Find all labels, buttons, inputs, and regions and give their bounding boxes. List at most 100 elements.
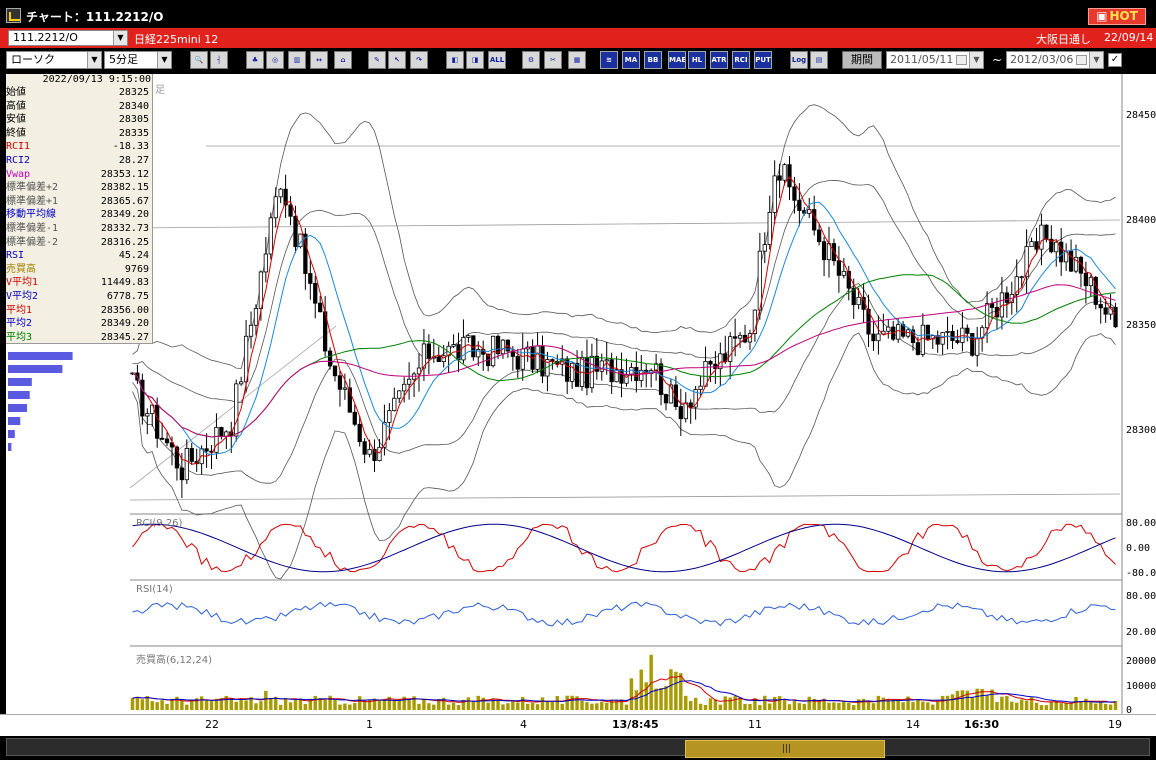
toolbar-b14-button[interactable]: ▦ [568, 51, 586, 69]
toolbar-b6-button[interactable]: ✎ [368, 51, 386, 69]
interval-select[interactable]: 5分足 ▼ [104, 51, 172, 69]
info-row: 高値 28340 [6, 100, 151, 113]
candle-body [387, 410, 392, 423]
toolbar-zoom-button[interactable]: 🔍 [190, 51, 208, 69]
candle-body [604, 359, 609, 362]
volume-bar [693, 697, 698, 710]
toolbar-b4-button[interactable]: ↔ [310, 51, 328, 69]
toolbar-b8-button[interactable]: ↷ [410, 51, 428, 69]
toolbar-cursor-button[interactable]: ┤ [210, 51, 228, 69]
volume-bar [634, 690, 639, 710]
toolbar-b5-button[interactable]: ⌂ [334, 51, 352, 69]
info-row: 移動平均線 28349.20 [6, 208, 151, 221]
chevron-down-icon[interactable]: ▼ [969, 52, 983, 68]
volume-bar [580, 700, 584, 710]
period-checkbox[interactable]: ✓ [1108, 53, 1122, 67]
info-row: 安値 28305 [6, 113, 151, 126]
info-row-value: 45.24 [118, 250, 149, 262]
axis-tick-label: 0.00 [1126, 543, 1150, 554]
toolbar-put-button[interactable]: PUT [754, 51, 772, 69]
candle-body [945, 331, 950, 333]
candle-body [1103, 307, 1108, 315]
volume-bar [209, 701, 214, 710]
chart-type-select[interactable]: ローソク ▼ [6, 51, 102, 69]
candle-body [441, 355, 446, 363]
candle-body [436, 356, 441, 363]
info-row-label: 始値 [6, 87, 26, 98]
candle-body [318, 302, 323, 313]
info-row: 標準偏差-2 28316.25 [6, 236, 151, 249]
toolbar-atr-button[interactable]: ATR [710, 51, 728, 69]
toolbar-b2-button[interactable]: ◎ [266, 51, 284, 69]
toolbar-b9-button[interactable]: ◧ [446, 51, 464, 69]
info-row-label: V平均1 [6, 277, 39, 289]
toolbar-ma-button[interactable]: MA [622, 51, 640, 69]
volume-bar [827, 702, 831, 710]
calendar-icon[interactable] [1076, 55, 1087, 65]
toolbar-b12-button[interactable]: ⚙ [522, 51, 540, 69]
info-row: RCI2 28.27 [6, 154, 151, 167]
volume-bar [422, 699, 426, 710]
candle-body [352, 411, 357, 425]
volume-bar [264, 690, 268, 710]
toolbar-b3-button[interactable]: ▥ [288, 51, 306, 69]
volume-bar [313, 695, 317, 710]
rsi-panel-label: RSI(14) [136, 584, 173, 595]
toolbar-mae-button[interactable]: MAE [668, 51, 686, 69]
volume-bar [1039, 705, 1044, 710]
chevron-down-icon[interactable]: ▼ [113, 31, 127, 45]
info-row: Vwap 28353.12 [6, 168, 151, 181]
candle-body [204, 448, 209, 452]
calendar-icon[interactable] [956, 55, 967, 65]
info-row-value: 28325 [118, 87, 149, 98]
volume-bar [995, 701, 999, 710]
hot-button[interactable]: ▣ HOT [1088, 8, 1146, 25]
candle-body [293, 215, 298, 248]
volume-bar [204, 699, 209, 710]
symbol-combo[interactable]: 111.2212/O ▼ [8, 30, 128, 46]
volume-bar [392, 700, 397, 710]
toolbar-bb-button[interactable]: BB [644, 51, 662, 69]
toolbar-b1-button[interactable]: ♣ [246, 51, 264, 69]
date-range-separator: ~ [992, 53, 1003, 67]
candle-body [836, 260, 842, 276]
toolbar-ind-button[interactable]: ≋ [600, 51, 618, 69]
toolbar-log-button[interactable]: Log [790, 51, 808, 69]
volume-bar [501, 704, 505, 710]
volume-bar [866, 701, 871, 710]
toolbar-b10-button[interactable]: ◨ [466, 51, 484, 69]
chevron-down-icon[interactable]: ▼ [1089, 52, 1103, 68]
candle-body [663, 394, 669, 404]
toolbar-b26-button[interactable]: ▤ [810, 51, 828, 69]
volume-bar [130, 698, 135, 710]
scroll-track[interactable]: ||| [6, 738, 1150, 758]
chart-canvas[interactable]: 28450 28400 28350 28300 80.00 0.00 -80.00 80.00… [6, 74, 1156, 714]
chevron-down-icon[interactable]: ▼ [157, 52, 171, 68]
info-row: 平均2 28349.20 [6, 317, 151, 330]
toolbar-all-button[interactable]: ALL [488, 51, 506, 69]
axis-tick-label: -80.00 [1126, 568, 1156, 579]
chart-area[interactable]: 28450 28400 28350 28300 80.00 0.00 -80.00 80.00… [6, 74, 1156, 714]
chevron-down-icon[interactable]: ▼ [87, 52, 101, 68]
interval-value: 5分足 [109, 53, 138, 66]
volume-bar [1079, 701, 1083, 710]
candle-body [1029, 241, 1034, 247]
toolbar-b7-button[interactable]: ↖ [388, 51, 406, 69]
candle-body [1068, 250, 1074, 272]
toolbar-b13-button[interactable]: ✂ [544, 51, 562, 69]
volume-bar [604, 702, 609, 710]
period-button[interactable]: 期間 [842, 51, 882, 69]
from-date-field[interactable]: 2011/05/11 ▼ [886, 51, 984, 69]
time-axis-label: 11 [748, 718, 762, 731]
info-panel: 2022/09/13 9:15:00 始値 28325 高値 28340 安値 28305… [6, 74, 153, 344]
volume-bar [496, 699, 500, 710]
toolbar-rsi-button[interactable]: RCI [732, 51, 750, 69]
toolbar-hl-button[interactable]: HL [688, 51, 706, 69]
candle-body [357, 423, 362, 443]
horizontal-scrollbar[interactable]: ||| [0, 736, 1156, 760]
scroll-thumb[interactable]: ||| [685, 740, 885, 758]
info-row-value: 28356.00 [100, 304, 149, 316]
volume-bar [333, 699, 337, 710]
volume-bar [950, 694, 955, 710]
to-date-field[interactable]: 2012/03/06 ▼ [1006, 51, 1104, 69]
